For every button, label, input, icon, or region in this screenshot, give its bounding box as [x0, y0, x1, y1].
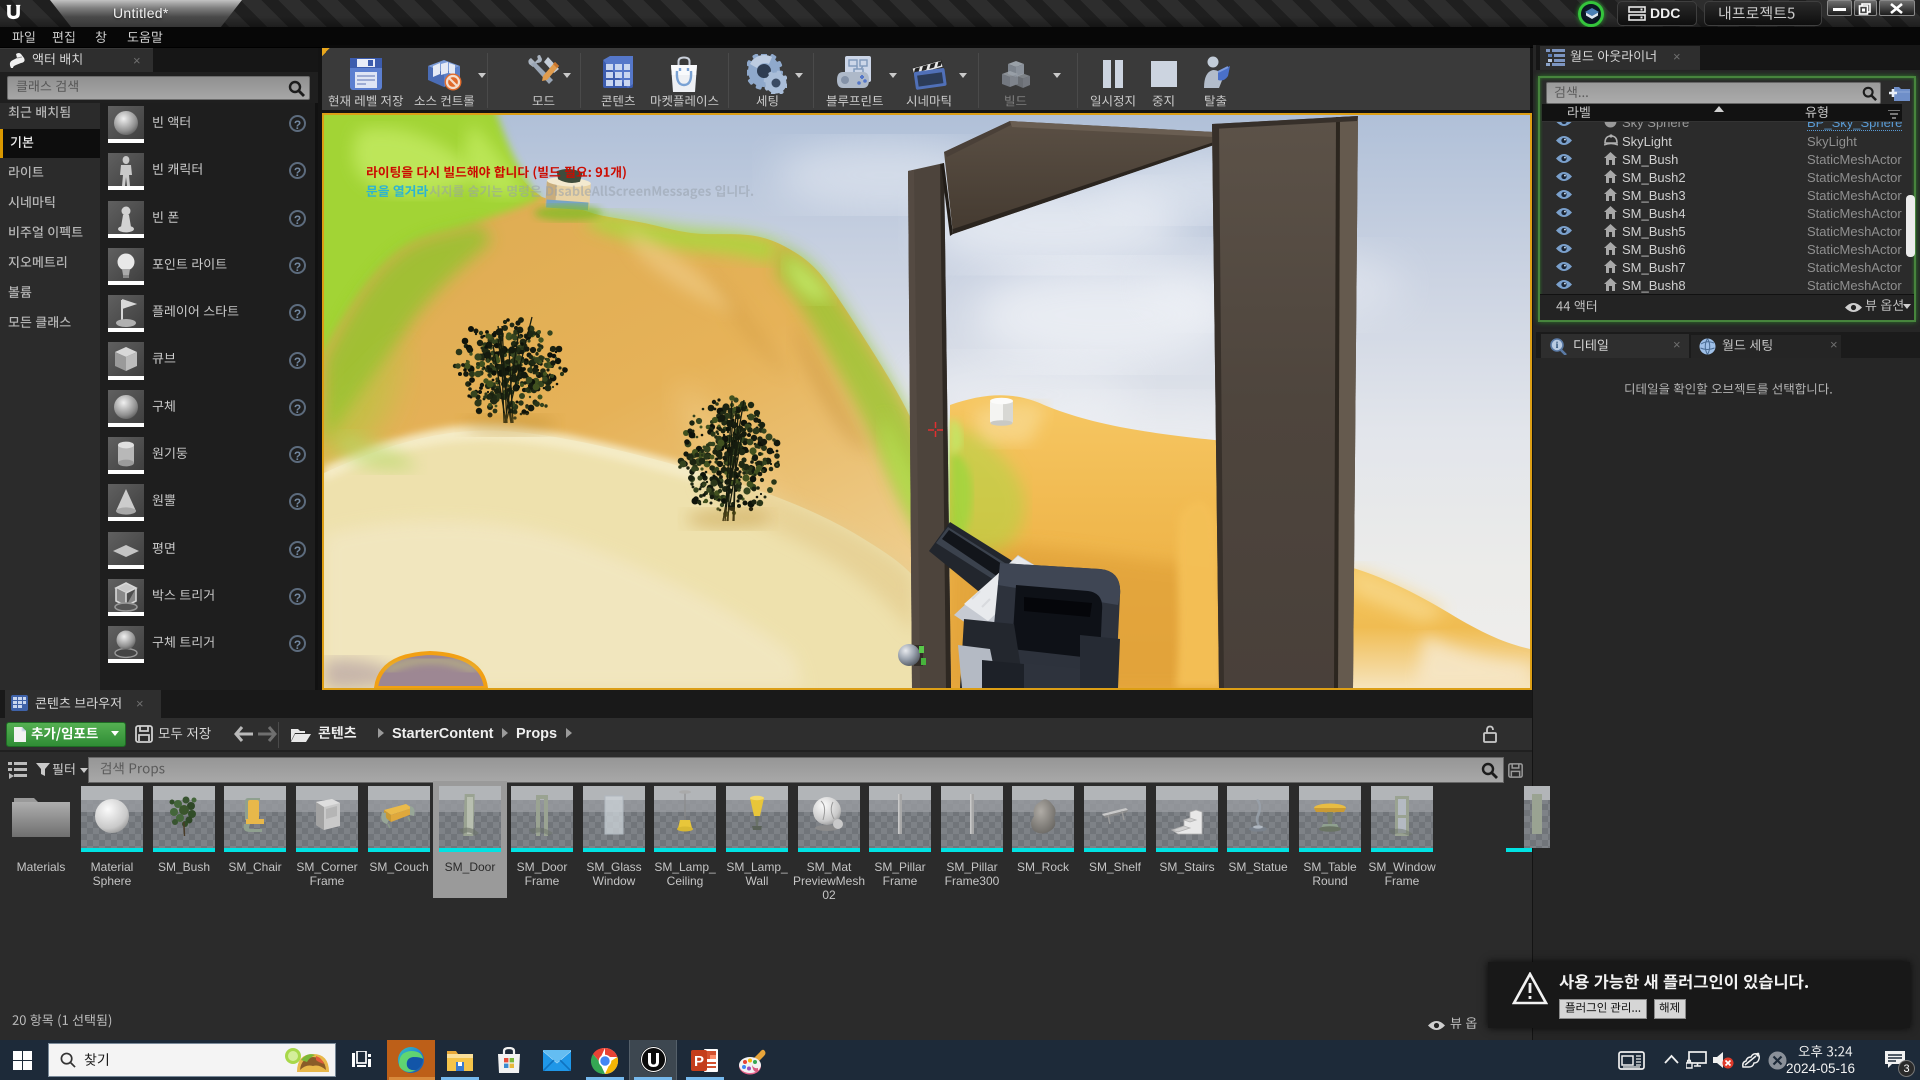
svg-text:P: P: [694, 1053, 704, 1070]
